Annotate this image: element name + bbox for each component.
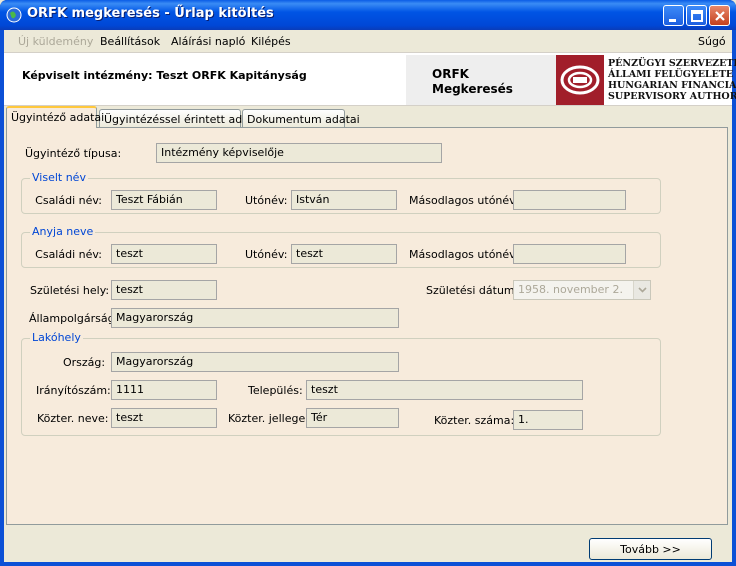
logo-left-panel: ORFK Megkeresés [406, 55, 556, 105]
group-title-viselt-nev: Viselt név [30, 171, 88, 184]
menu-help[interactable]: Súgó [698, 35, 726, 48]
anyja-second-field[interactable] [513, 244, 626, 264]
citizenship-field[interactable]: Magyarország [111, 308, 399, 328]
citizenship-label: Állampolgárság: [29, 312, 119, 325]
group-title-anyja-neve: Anyja neve [30, 225, 96, 238]
client-area: Új küldemény Beállítások Aláírási napló … [4, 30, 736, 562]
house-number-label: Közter. száma: [434, 414, 515, 427]
menu-signature-log[interactable]: Aláírási napló [171, 35, 245, 48]
type-label: Ügyintéző típusa: [25, 147, 122, 160]
street-name-label: Közter. neve: [37, 412, 109, 425]
logo-line-4: SUPERVISORY AUTHORITY [608, 91, 736, 102]
tab-dokumentum-adatai[interactable]: Dokumentum adatai [242, 109, 360, 128]
zip-label: Irányítószám: [36, 384, 111, 397]
minimize-icon [669, 19, 676, 22]
viselt-second-field[interactable] [513, 190, 626, 210]
institution-label: Képviselt intézmény: Teszt ORFK Kapitány… [22, 69, 307, 82]
window-frame-bottom [0, 562, 736, 566]
viselt-given-label: Utónév: [245, 194, 288, 207]
city-label: Település: [248, 384, 303, 397]
country-field[interactable]: Magyarország [111, 352, 399, 372]
street-name-field[interactable]: teszt [111, 408, 217, 428]
anyja-given-label: Utónév: [245, 248, 288, 261]
birth-place-field[interactable]: teszt [111, 280, 217, 300]
viselt-family-field[interactable]: Teszt Fábián [111, 190, 217, 210]
chevron-down-icon[interactable] [633, 281, 650, 299]
window-frame-right [732, 30, 736, 566]
app-window: ORFK megkeresés - Űrlap kitöltés Új küld… [0, 0, 736, 566]
logo-line-3: HUNGARIAN FINANCIAL [608, 80, 736, 91]
tab-ugyintezo-adatai[interactable]: Ügyintéző adatai [6, 106, 104, 128]
anyja-family-label: Családi név: [35, 248, 102, 261]
anyja-second-label: Másodlagos utónév: [409, 248, 519, 261]
close-icon [715, 11, 725, 21]
logo-title: ORFK Megkeresés [432, 67, 513, 97]
minimize-button[interactable] [663, 5, 684, 26]
viselt-family-label: Családi név: [35, 194, 102, 207]
street-type-field[interactable]: Tér [306, 408, 399, 428]
menu-bar: Új küldemény Beállítások Aláírási napló … [4, 30, 732, 52]
logo-line-1: PÉNZÜGYI SZERVEZETEK [608, 58, 736, 69]
app-globe-icon [6, 7, 22, 23]
close-button[interactable] [709, 5, 730, 26]
viselt-second-label: Másodlagos utónév: [409, 194, 519, 207]
maximize-icon [691, 10, 703, 22]
type-field[interactable]: Intézmény képviselője [156, 143, 442, 163]
next-button[interactable]: Tovább >> [589, 538, 712, 560]
viselt-given-field[interactable]: István [291, 190, 397, 210]
street-type-label: Közter. jellege: [228, 412, 309, 425]
header-banner: Képviselt intézmény: Teszt ORFK Kapitány… [4, 52, 736, 106]
window-title: ORFK megkeresés - Űrlap kitöltés [27, 6, 274, 21]
birth-date-picker[interactable]: 1958. november 2. [513, 280, 651, 300]
menu-exit[interactable]: Kilépés [251, 35, 291, 48]
logo-title-line-1: ORFK [432, 67, 469, 81]
zip-field[interactable]: 1111 [111, 380, 217, 400]
logo-title-line-2: Megkeresés [432, 82, 513, 96]
logo-banner: ORFK Megkeresés PÉNZÜGYI SZERVEZETEK ÁLL… [406, 55, 736, 105]
house-number-field[interactable]: 1. [513, 410, 583, 430]
menu-new-shipment[interactable]: Új küldemény [18, 35, 93, 48]
title-bar[interactable]: ORFK megkeresés - Űrlap kitöltés [0, 0, 736, 30]
birth-date-label: Születési dátum: [426, 284, 519, 297]
birth-date-value: 1958. november 2. [518, 283, 623, 296]
anyja-family-field[interactable]: teszt [111, 244, 217, 264]
logo-line-2: ÁLLAMI FELÜGYELETE [608, 69, 734, 80]
menu-settings[interactable]: Beállítások [100, 35, 160, 48]
group-title-lakohely: Lakóhely [30, 331, 83, 344]
tab-panel: Ügyintéző típusa: Intézmény képviselője … [6, 127, 728, 525]
tab-ugyintezessel-erintett[interactable]: Ügyintézéssel érintett adatai [99, 109, 263, 128]
maximize-button[interactable] [686, 5, 707, 26]
anyja-given-field[interactable]: teszt [291, 244, 397, 264]
pszaf-emblem-icon [556, 55, 604, 105]
city-field[interactable]: teszt [306, 380, 583, 400]
country-label: Ország: [63, 356, 106, 369]
tab-strip: Ügyintéző adatai Ügyintézéssel érintett … [4, 106, 732, 128]
birth-place-label: Születési hely: [30, 284, 110, 297]
pszaf-logo-text: PÉNZÜGYI SZERVEZETEK ÁLLAMI FELÜGYELETE … [608, 58, 736, 102]
